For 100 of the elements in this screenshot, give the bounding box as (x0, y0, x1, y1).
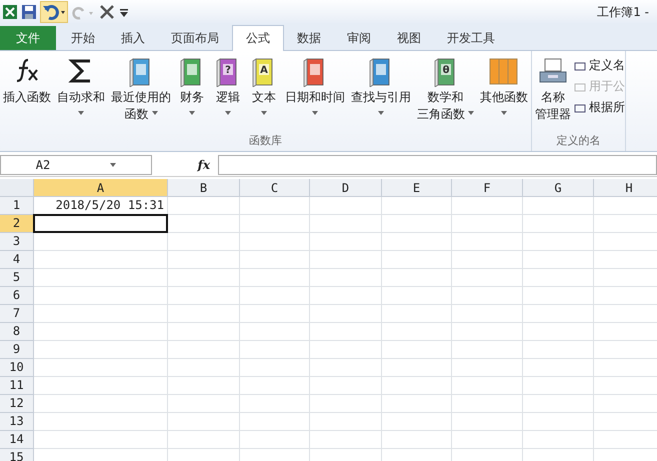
grid-cell (168, 251, 240, 269)
row-header[interactable]: 9 (0, 341, 34, 359)
undo-icon[interactable] (40, 1, 68, 23)
ribbon-tab[interactable]: 页面布局 (158, 26, 232, 50)
grid-cell (240, 341, 310, 359)
grid-cell (382, 359, 452, 377)
ribbon-tab[interactable]: 视图 (384, 26, 434, 50)
row-header[interactable]: 8 (0, 323, 34, 341)
ribbon-button[interactable]: 自动求和 (54, 55, 108, 133)
ribbon-tab[interactable]: 开始 (58, 26, 108, 50)
grid-cell (523, 215, 594, 233)
grid-cell (240, 269, 310, 287)
row-header[interactable]: 14 (0, 431, 34, 449)
grid-cell (168, 413, 240, 431)
grid-cell (310, 197, 382, 215)
row-header[interactable]: 1 (0, 197, 34, 215)
grid-cell (452, 233, 523, 251)
column-header[interactable]: E (382, 179, 452, 197)
grid-cell (382, 395, 452, 413)
grid-cell (310, 359, 382, 377)
grid-cell (240, 233, 310, 251)
grid-cell (382, 233, 452, 251)
column-header[interactable]: G (523, 179, 594, 197)
grid-cell (452, 215, 523, 233)
grid-cell (452, 197, 523, 215)
grid-cell (452, 413, 523, 431)
formula-input[interactable] (218, 155, 657, 175)
grid-cell (168, 287, 240, 305)
grid-cell (168, 431, 240, 449)
ribbon-small-button[interactable]: 根据所 (574, 99, 625, 116)
tag-icon (574, 60, 586, 72)
grid-cell (452, 269, 523, 287)
ribbon-button[interactable]: 插入函数 (0, 55, 54, 133)
ribbon-button[interactable]: A 文本 (246, 55, 282, 133)
insert-function-button[interactable]: fx (154, 158, 216, 172)
grid-cell (452, 431, 523, 449)
ribbon-tab[interactable]: 开发工具 (434, 26, 508, 50)
column-header[interactable]: C (240, 179, 310, 197)
row-header[interactable]: 6 (0, 287, 34, 305)
grid-cell (168, 359, 240, 377)
grid-cell (523, 251, 594, 269)
grid-cell (452, 305, 523, 323)
ribbon-button[interactable]: ? 逻辑 (210, 55, 246, 133)
group-label: 定义的名 (556, 133, 602, 149)
grid-cell (310, 413, 382, 431)
ribbon-tab[interactable]: 插入 (108, 26, 158, 50)
row-header[interactable]: 4 (0, 251, 34, 269)
grid-cell (523, 269, 594, 287)
ribbon-button[interactable]: θ 数学和 三角函数 (414, 55, 477, 133)
column-header[interactable]: B (168, 179, 240, 197)
grid-cell (240, 377, 310, 395)
ribbon-button[interactable]: 名称 管理器 (532, 55, 574, 133)
ribbon-tab[interactable]: 审阅 (334, 26, 384, 50)
grid-cell (240, 359, 310, 377)
column-header[interactable]: H (594, 179, 657, 197)
grid-cell (382, 197, 452, 215)
grid-cell (168, 215, 240, 233)
grid-cell (523, 377, 594, 395)
row-header[interactable]: 2 (0, 215, 34, 233)
ribbon-button[interactable]: 其他函数 (477, 55, 531, 133)
row-header[interactable]: 5 (0, 269, 34, 287)
grid-cell (523, 395, 594, 413)
save-icon[interactable] (21, 4, 37, 20)
row-header[interactable]: 12 (0, 395, 34, 413)
grid-cell (310, 215, 382, 233)
grid-cell (310, 323, 382, 341)
ribbon-tab[interactable]: 文件 (0, 26, 56, 50)
grid-cell (240, 413, 310, 431)
ribbon-button[interactable]: 最近使用的 函数 (108, 55, 174, 133)
ribbon-button[interactable]: 财务 (174, 55, 210, 133)
grid-cell (168, 323, 240, 341)
row-header[interactable]: 3 (0, 233, 34, 251)
column-header[interactable]: F (452, 179, 523, 197)
grid-cell (310, 377, 382, 395)
grid-cell (240, 287, 310, 305)
grid-cell (523, 305, 594, 323)
window-title: 工作簿1 - (597, 4, 649, 20)
grid-cell (382, 287, 452, 305)
ribbon-small-button[interactable]: 定义名 (574, 57, 625, 74)
ribbon-button[interactable]: 查找与引用 (348, 55, 414, 133)
column-header[interactable]: D (310, 179, 382, 197)
grid-cell (382, 341, 452, 359)
ribbon-tab[interactable]: 数据 (284, 26, 334, 50)
grid-cell (452, 377, 523, 395)
row-header[interactable]: 11 (0, 377, 34, 395)
column-header[interactable]: A (34, 179, 168, 197)
row-header[interactable]: 7 (0, 305, 34, 323)
row-header[interactable]: 13 (0, 413, 34, 431)
grid-cell (310, 287, 382, 305)
grid-cell (452, 395, 523, 413)
ribbon-button[interactable]: 日期和时间 (282, 55, 348, 133)
row-header[interactable]: 10 (0, 359, 34, 377)
excel-icon[interactable] (2, 4, 18, 20)
grid-cell (168, 233, 240, 251)
grid-cell (382, 305, 452, 323)
row-header[interactable]: 15 (0, 449, 34, 461)
grid-cell (523, 359, 594, 377)
grid-cell (168, 341, 240, 359)
ribbon-tab[interactable]: 公式 (232, 25, 284, 51)
name-box[interactable]: A2 (0, 155, 152, 175)
